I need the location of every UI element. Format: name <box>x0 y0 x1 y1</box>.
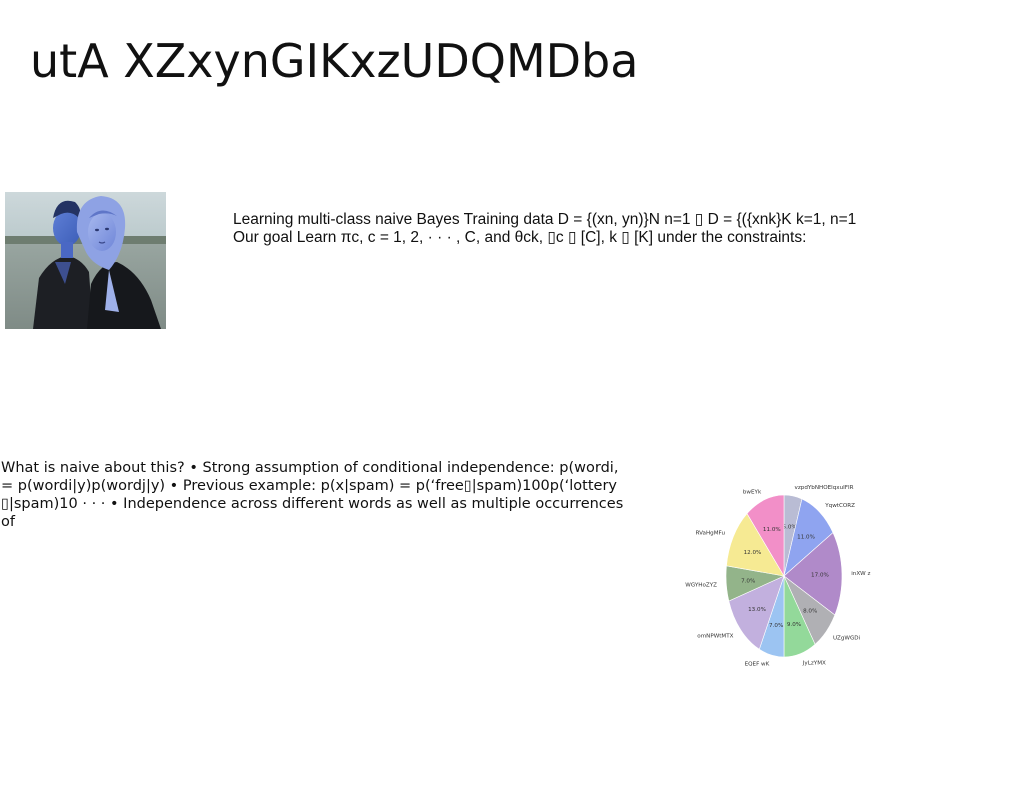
pie-slice-category-label: omNPWtMTX <box>697 633 733 639</box>
pie-slice-percent-label: 11.0% <box>797 534 815 540</box>
pie-slice-category-label: EQEF wK <box>745 662 770 668</box>
pie-slice-percent-label: 8.0% <box>803 608 817 614</box>
pie-slice-percent-label: 11.0% <box>763 527 781 533</box>
paragraph-naive-assumption: What is naive about this? • Strong assum… <box>1 460 624 530</box>
pie-slice-percent-label: 12.0% <box>744 550 762 556</box>
pie-slice-category-label: UZgWGDi <box>833 636 861 642</box>
pie-slice-percent-label: 13.0% <box>748 607 766 613</box>
pie-slice-category-label: vzpdYbNHOElqxuIFIR <box>795 485 854 491</box>
pie-slice-percent-label: 7.0% <box>741 579 755 585</box>
paragraph-naive-bayes-training: Learning multi-class naive Bayes Trainin… <box>233 211 857 246</box>
pie-slice-category-label: JyLzYMX <box>802 660 826 666</box>
photo-image <box>5 192 166 329</box>
pie-slice-percent-label: 7.0% <box>769 623 783 629</box>
pie-slice-category-label: inXW z <box>851 571 870 577</box>
pie-chart-svg: 5.0%vzpdYbNHOElqxuIFIR11.0%YqwtCORZ17.0%… <box>685 485 870 668</box>
pie-slice-category-label: bwEYk <box>743 489 762 495</box>
pie-slice-category-label: RVaHgMFu <box>696 531 726 537</box>
pie-chart: 5.0% vzpdYbNHOElqxuIFIR 11.0% YqwtCORZ 17.0%… <box>684 472 874 672</box>
photo-two-people-icon <box>5 192 166 329</box>
pie-slice-category-label: YqwtCORZ <box>824 503 855 509</box>
slide-title: utA XZxynGIKxzUDQMDba <box>30 34 639 88</box>
pie-slice-percent-label: 9.0% <box>787 622 801 628</box>
pie-slice-category-label: WGYHoZYZ <box>685 582 717 588</box>
pie-slice-percent-label: 17.0% <box>811 572 829 578</box>
